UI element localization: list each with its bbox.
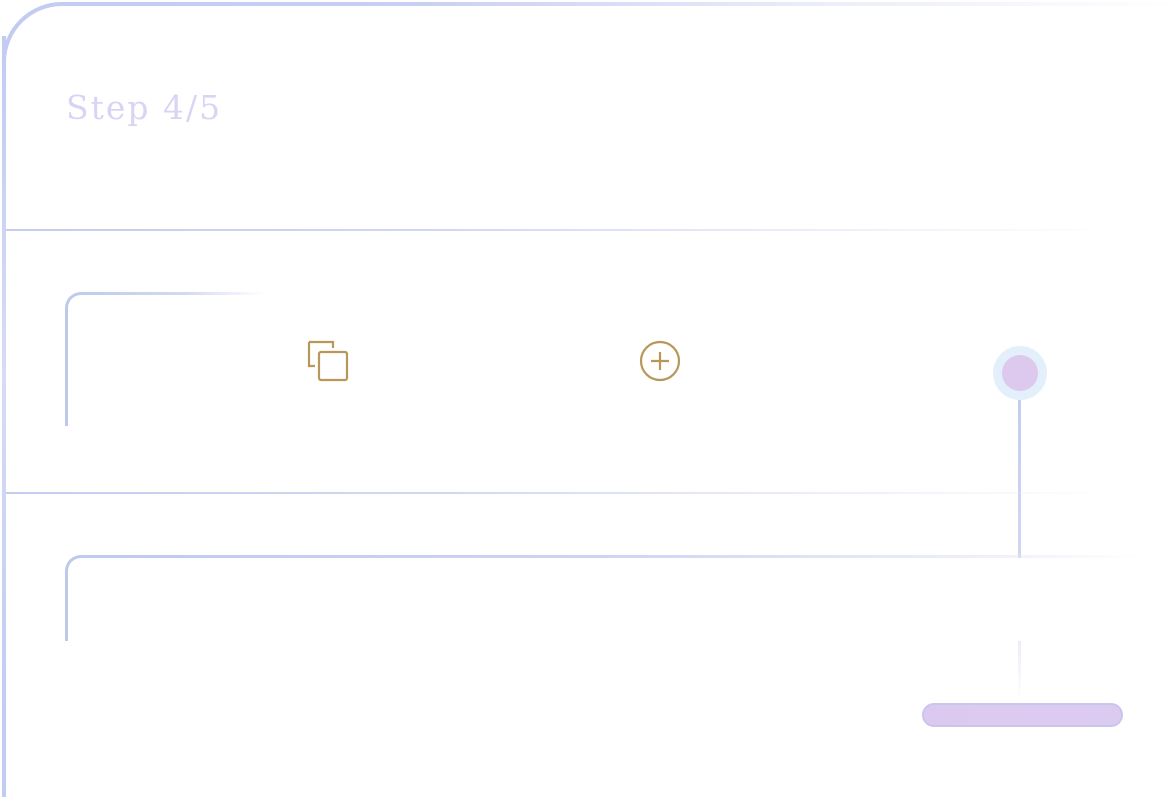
copy-icon[interactable] [306, 339, 350, 383]
add-circle-icon-graphic [639, 340, 681, 382]
wizard-panel: Step 4/5 [0, 0, 1176, 797]
slider-knob[interactable] [1002, 355, 1038, 391]
section-divider-middle [6, 492, 1116, 494]
add-circle-icon[interactable] [638, 339, 682, 383]
step-indicator: Step 4/5 [66, 88, 223, 127]
section-divider-top [6, 229, 1116, 231]
option-card[interactable] [65, 292, 265, 426]
content-card[interactable] [65, 555, 1140, 641]
vertical-slider-track[interactable] [1018, 400, 1021, 700]
pill-button[interactable] [922, 703, 1123, 727]
copy-icon-graphic [307, 340, 349, 382]
